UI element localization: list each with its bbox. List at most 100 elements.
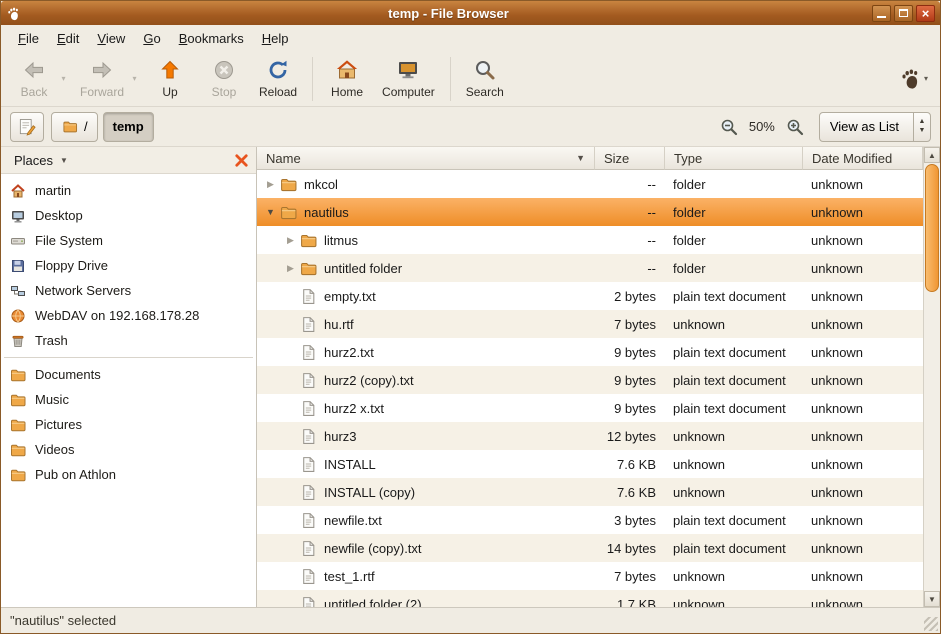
sidebar-item-music[interactable]: Music [1, 387, 256, 412]
toolbar-button-computer[interactable]: Computer [374, 54, 443, 104]
file-size: 3 bytes [595, 506, 665, 534]
throbber[interactable]: ▾ [899, 67, 934, 90]
toggle-location-entry-button[interactable] [10, 112, 44, 142]
home-icon [10, 183, 26, 199]
file-row-untitled-folder-2[interactable]: untitled folder (2)1.7 KBunknownunknown [257, 590, 923, 607]
menu-help[interactable]: Help [253, 28, 298, 49]
close-button[interactable]: × [916, 5, 935, 22]
path-button-root[interactable]: / [51, 112, 98, 142]
sidebar-close-button[interactable] [232, 151, 251, 170]
folder-icon [10, 442, 26, 458]
text-file-icon [300, 288, 317, 305]
file-type: unknown [665, 450, 803, 478]
sidebar-item-network-servers[interactable]: Network Servers [1, 278, 256, 303]
sidebar-item-pub-on-athlon[interactable]: Pub on Athlon [1, 462, 256, 487]
text-file-icon [300, 596, 317, 608]
file-size: -- [595, 226, 665, 254]
collapse-expander-icon[interactable]: ▼ [262, 207, 279, 217]
file-row-empty-txt[interactable]: empty.txt2 bytesplain text documentunkno… [257, 282, 923, 310]
file-date-modified: unknown [803, 478, 923, 506]
file-row-hurz2-txt[interactable]: hurz2.txt9 bytesplain text documentunkno… [257, 338, 923, 366]
file-name: INSTALL [324, 457, 376, 472]
toolbar-button-search[interactable]: Search [458, 54, 512, 104]
file-row-hu-rtf[interactable]: hu.rtf7 bytesunknownunknown [257, 310, 923, 338]
file-row-untitled-folder[interactable]: ▶untitled folder--folderunknown [257, 254, 923, 282]
zoom-in-icon[interactable] [786, 118, 804, 136]
back-history-dropdown[interactable]: ▾ [57, 54, 70, 104]
sidebar-item-webdav-on-192-168-178-28[interactable]: WebDAV on 192.168.178.28 [1, 303, 256, 328]
file-name: untitled folder (2) [324, 597, 422, 608]
sidebar-item-martin[interactable]: martin [1, 178, 256, 203]
maximize-button[interactable] [894, 5, 913, 22]
minimize-button[interactable] [872, 5, 891, 22]
column-header-size[interactable]: Size [595, 147, 665, 170]
places-label: Places [14, 153, 53, 168]
file-type: plain text document [665, 506, 803, 534]
file-type: plain text document [665, 282, 803, 310]
menu-edit[interactable]: Edit [48, 28, 88, 49]
expand-expander-icon[interactable]: ▶ [262, 179, 279, 190]
zoom-out-icon[interactable] [720, 118, 738, 136]
menu-bookmarks[interactable]: Bookmarks [170, 28, 253, 49]
column-header-type[interactable]: Type [665, 147, 803, 170]
file-size: 9 bytes [595, 366, 665, 394]
scrollbar-down-button[interactable]: ▼ [924, 591, 940, 607]
file-row-nautilus[interactable]: ▼nautilus--folderunknown [257, 198, 923, 226]
computer-icon [396, 58, 420, 82]
file-size: 12 bytes [595, 422, 665, 450]
gnome-logo-icon [6, 6, 21, 21]
file-row-hurz2-copy-txt[interactable]: hurz2 (copy).txt9 bytesplain text docume… [257, 366, 923, 394]
toolbar-button-forward[interactable]: Forward [72, 54, 132, 104]
file-row-litmus[interactable]: ▶litmus--folderunknown [257, 226, 923, 254]
file-type: plain text document [665, 394, 803, 422]
minimize-icon [877, 16, 886, 18]
file-type: plain text document [665, 338, 803, 366]
file-row-hurz3[interactable]: hurz312 bytesunknownunknown [257, 422, 923, 450]
sidebar-item-floppy-drive[interactable]: Floppy Drive [1, 253, 256, 278]
sidebar-item-documents[interactable]: Documents [1, 362, 256, 387]
sidebar-item-pictures[interactable]: Pictures [1, 412, 256, 437]
file-row-install-copy[interactable]: INSTALL (copy)7.6 KBunknownunknown [257, 478, 923, 506]
toolbar-button-up[interactable]: Up [143, 54, 197, 104]
file-row-hurz2-x-txt[interactable]: hurz2 x.txt9 bytesplain text documentunk… [257, 394, 923, 422]
menu-file[interactable]: File [9, 28, 48, 49]
close-icon: × [922, 7, 930, 20]
combo-spinner-icon: ▲▼ [913, 113, 930, 141]
sidebar-item-trash[interactable]: Trash [1, 328, 256, 353]
path-button-temp[interactable]: temp [103, 112, 154, 142]
zoom-level: 50% [747, 119, 777, 134]
file-row-install[interactable]: INSTALL7.6 KBunknownunknown [257, 450, 923, 478]
places-selector[interactable]: Places ▼ [7, 151, 75, 170]
forward-history-dropdown[interactable]: ▾ [128, 54, 141, 104]
sidebar-item-desktop[interactable]: Desktop [1, 203, 256, 228]
file-name: hurz2 x.txt [324, 401, 384, 416]
expand-expander-icon[interactable]: ▶ [282, 235, 299, 246]
sidebar-item-file-system[interactable]: File System [1, 228, 256, 253]
path-bar: /temp [51, 112, 154, 142]
file-name: litmus [324, 233, 358, 248]
view-mode-label: View as List [830, 119, 913, 134]
sidebar-item-videos[interactable]: Videos [1, 437, 256, 462]
file-row-newfile-txt[interactable]: newfile.txt3 bytesplain text documentunk… [257, 506, 923, 534]
file-date-modified: unknown [803, 198, 923, 226]
column-header-date-modified[interactable]: Date Modified [803, 147, 923, 170]
column-header-name[interactable]: Name▼ [257, 147, 595, 170]
file-row-newfile-copy-txt[interactable]: newfile (copy).txt14 bytesplain text doc… [257, 534, 923, 562]
file-row-mkcol[interactable]: ▶mkcol--folderunknown [257, 170, 923, 198]
file-row-test-1-rtf[interactable]: test_1.rtf7 bytesunknownunknown [257, 562, 923, 590]
scrollbar-thumb[interactable] [925, 164, 939, 292]
toolbar-button-back[interactable]: Back [7, 54, 61, 104]
toolbar-button-home[interactable]: Home [320, 54, 374, 104]
toolbar-button-stop[interactable]: Stop [197, 54, 251, 104]
resize-grip[interactable] [924, 617, 938, 631]
file-browser-window: temp - File Browser × FileEditViewGoBook… [0, 0, 941, 634]
view-mode-select[interactable]: View as List ▲▼ [819, 112, 931, 142]
toolbar-button-reload[interactable]: Reload [251, 54, 305, 104]
titlebar[interactable]: temp - File Browser × [1, 1, 940, 25]
file-type: plain text document [665, 366, 803, 394]
menu-go[interactable]: Go [134, 28, 169, 49]
scrollbar-up-button[interactable]: ▲ [924, 147, 940, 163]
expand-expander-icon[interactable]: ▶ [282, 263, 299, 274]
scrollbar-track[interactable] [924, 163, 940, 591]
menu-view[interactable]: View [88, 28, 134, 49]
